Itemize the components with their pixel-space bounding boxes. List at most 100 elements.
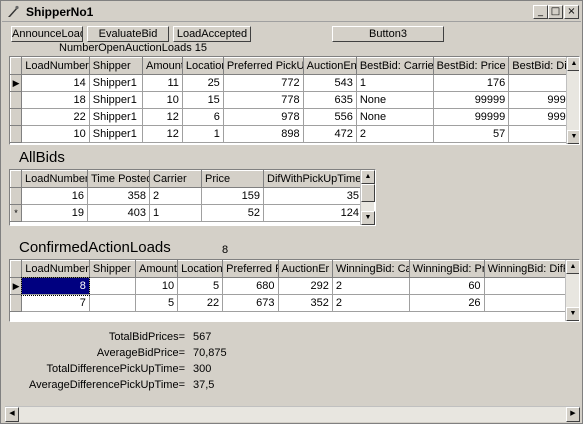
col-header[interactable]: Location xyxy=(177,260,224,278)
table-cell[interactable]: 2 xyxy=(149,187,202,205)
table-cell[interactable]: 12 xyxy=(142,125,183,143)
table-row[interactable]: 7 5 22 673 352 2 26 0 xyxy=(10,294,579,312)
table-cell[interactable]: 2 xyxy=(332,294,410,312)
table-cell[interactable]: 26 xyxy=(409,294,485,312)
close-button[interactable]: × xyxy=(564,5,579,19)
col-header[interactable]: Time Posted xyxy=(87,170,150,188)
table-cell[interactable]: 7 xyxy=(21,294,90,312)
table-cell[interactable]: 22 xyxy=(177,294,224,312)
evaluate-bid-button[interactable]: EvaluateBid xyxy=(87,26,169,42)
table-cell[interactable]: 18 xyxy=(21,91,90,109)
load-accepted-button[interactable]: LoadAccepted xyxy=(173,26,251,42)
table-row[interactable]: 10 Shipper1 12 1 898 472 2 57 0 xyxy=(10,125,579,143)
scroll-down-arrow-icon[interactable]: ▼ xyxy=(566,307,579,321)
title-bar[interactable]: ShipperNo1 _ □ × xyxy=(2,2,581,22)
table-cell[interactable]: 14 xyxy=(21,74,90,92)
table-cell[interactable]: 12 xyxy=(142,108,183,126)
table-cell[interactable]: 99999 xyxy=(433,108,510,126)
table-cell[interactable]: None xyxy=(356,108,434,126)
scroll-down-arrow-icon[interactable]: ▼ xyxy=(361,211,375,225)
table-cell[interactable]: 159 xyxy=(201,187,264,205)
confirmed-grid[interactable]: LoadNumber Shipper Amount Location Prefe… xyxy=(9,259,580,322)
allbids-vertical-scrollbar[interactable]: ▲ ▼ xyxy=(360,170,375,225)
announce-load-button[interactable]: AnnounceLoad xyxy=(11,26,83,42)
scroll-up-arrow-icon[interactable]: ▲ xyxy=(361,170,375,184)
table-cell[interactable]: 35 xyxy=(263,187,363,205)
row-indicator-arrow-icon[interactable]: ▶ xyxy=(10,277,23,295)
table-cell[interactable]: 358 xyxy=(87,187,150,205)
table-cell[interactable]: 898 xyxy=(223,125,304,143)
col-header[interactable]: AuctionEn xyxy=(302,57,357,75)
table-cell[interactable]: 5 xyxy=(135,294,179,312)
table-cell[interactable]: 403 xyxy=(87,204,150,222)
scroll-right-arrow-icon[interactable]: ▶ xyxy=(566,407,580,422)
table-cell[interactable]: 1 xyxy=(356,74,434,92)
table-cell[interactable]: 6 xyxy=(182,108,224,126)
table-row[interactable]: ▶ 14 Shipper1 11 25 772 543 1 176 16 xyxy=(10,74,579,92)
allbids-grid[interactable]: LoadNumber Time Posted Carrier Price Dif… xyxy=(9,169,376,226)
scroll-up-arrow-icon[interactable]: ▲ xyxy=(567,57,579,71)
col-header[interactable]: Shipper xyxy=(88,57,143,75)
table-cell[interactable]: 11 xyxy=(142,74,183,92)
maximize-button[interactable]: □ xyxy=(548,5,563,19)
table-cell[interactable]: 10 xyxy=(142,91,183,109)
table-cell[interactable]: Shipper1 xyxy=(89,91,143,109)
table-row[interactable]: ▶ 8 10 5 680 292 2 60 73 xyxy=(10,276,579,296)
table-cell[interactable]: 19 xyxy=(21,204,88,222)
row-indicator[interactable] xyxy=(10,91,23,109)
col-header[interactable]: Carrier xyxy=(149,170,202,188)
table-cell[interactable]: 978 xyxy=(223,108,304,126)
table-cell[interactable]: Shipper1 xyxy=(89,108,143,126)
table-cell[interactable]: 635 xyxy=(303,91,357,109)
scroll-up-arrow-icon[interactable]: ▲ xyxy=(566,260,579,274)
table-row[interactable]: * 19 403 1 52 124 xyxy=(10,204,363,222)
table-cell[interactable]: 352 xyxy=(278,294,333,312)
col-header[interactable]: WinningBid: Pr xyxy=(408,260,485,278)
table-row[interactable]: 22 Shipper1 12 6 978 556 None 99999 9999… xyxy=(10,108,579,126)
table-cell[interactable]: 57 xyxy=(433,125,510,143)
col-header[interactable]: Amount xyxy=(135,260,179,278)
col-header[interactable]: BestBid: Carrier xyxy=(355,57,434,75)
table-cell[interactable]: 772 xyxy=(223,74,304,92)
table-cell[interactable]: 10 xyxy=(21,125,90,143)
table-cell-selected[interactable]: 8 xyxy=(20,276,91,296)
table-cell[interactable]: 1 xyxy=(149,204,202,222)
row-indicator[interactable] xyxy=(10,108,23,126)
table-cell[interactable]: 778 xyxy=(223,91,304,109)
table-cell[interactable]: 10 xyxy=(135,277,179,295)
table-cell[interactable]: 2 xyxy=(356,125,434,143)
table-cell[interactable]: 124 xyxy=(263,204,363,222)
table-cell[interactable]: 25 xyxy=(182,74,224,92)
scroll-thumb[interactable] xyxy=(361,184,375,202)
table-cell[interactable]: 15 xyxy=(182,91,224,109)
col-header[interactable]: WinningBid: Ca xyxy=(331,260,410,278)
new-row-asterisk-icon[interactable]: * xyxy=(10,204,22,222)
loads-grid[interactable]: LoadNumber Shipper Amount Location Prefe… xyxy=(9,56,580,145)
confirmed-vertical-scrollbar[interactable]: ▲ ▼ xyxy=(565,260,579,321)
col-header[interactable]: BestBid: Price xyxy=(432,57,510,75)
row-indicator[interactable] xyxy=(10,294,23,312)
table-row[interactable]: 16 358 2 159 35 xyxy=(10,187,363,205)
table-cell[interactable]: 292 xyxy=(278,277,333,295)
table-cell[interactable]: 2 xyxy=(332,277,410,295)
table-cell[interactable]: 543 xyxy=(303,74,357,92)
table-cell[interactable]: 22 xyxy=(21,108,90,126)
row-indicator-arrow-icon[interactable]: ▶ xyxy=(10,74,23,92)
table-cell[interactable]: 52 xyxy=(201,204,264,222)
table-cell[interactable]: 680 xyxy=(222,277,279,295)
col-header[interactable]: Location xyxy=(181,57,224,75)
table-cell[interactable]: 60 xyxy=(409,277,485,295)
col-header[interactable]: LoadNumber xyxy=(21,260,90,278)
col-header[interactable]: Preferred P xyxy=(222,260,279,278)
table-cell[interactable]: 556 xyxy=(303,108,357,126)
col-header[interactable]: LoadNumber xyxy=(21,170,88,188)
col-header[interactable]: Preferred PickUp xyxy=(222,57,304,75)
table-cell[interactable]: Shipper1 xyxy=(89,74,143,92)
minimize-button[interactable]: _ xyxy=(533,5,548,19)
col-header[interactable]: DifWithPickUpTime xyxy=(263,170,363,188)
table-cell[interactable]: 99999 xyxy=(433,91,510,109)
table-row[interactable]: 18 Shipper1 10 15 778 635 None 99999 999… xyxy=(10,91,579,109)
col-header[interactable]: Amount xyxy=(141,57,183,75)
scroll-down-arrow-icon[interactable]: ▼ xyxy=(567,130,579,144)
table-cell[interactable]: 1 xyxy=(182,125,224,143)
